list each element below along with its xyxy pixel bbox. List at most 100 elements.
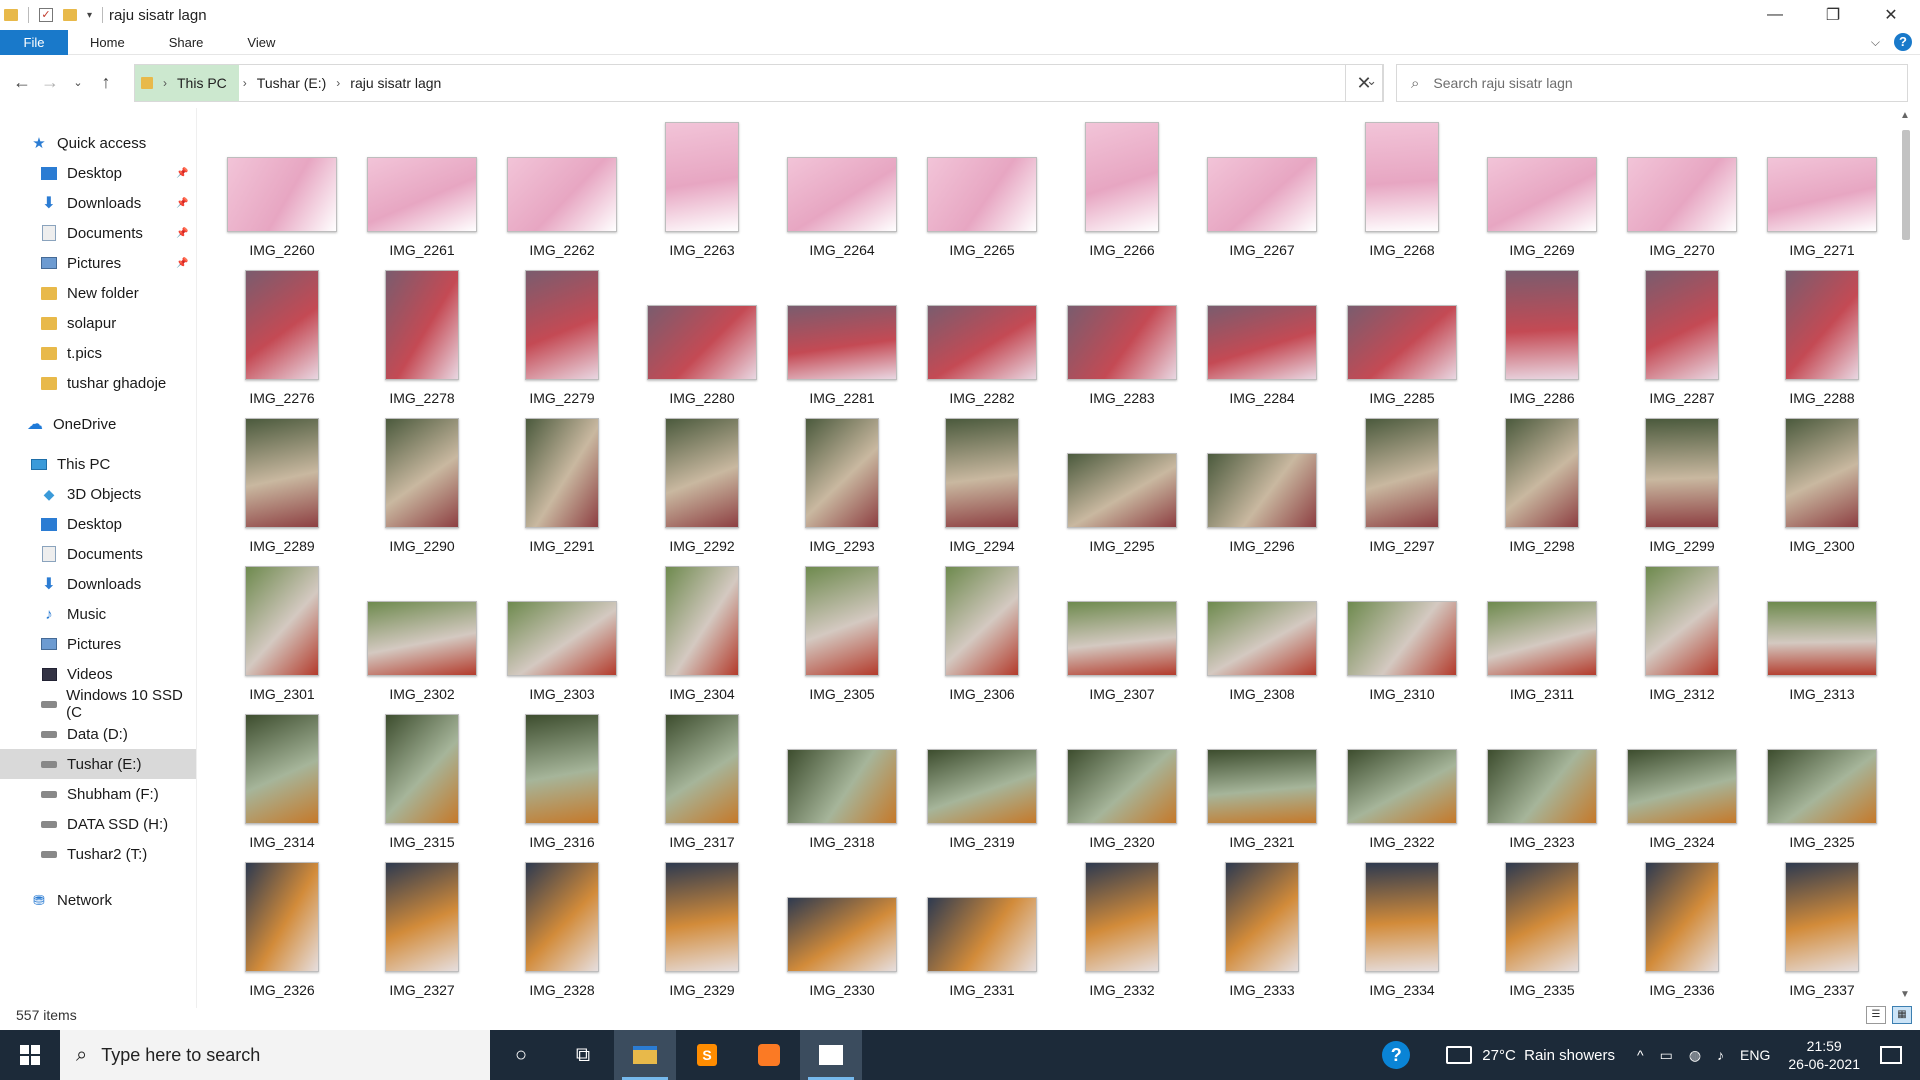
scroll-up-icon[interactable]: ▲ (1900, 110, 1910, 121)
sidebar-item-onedrive[interactable]: ☁ OneDrive (0, 409, 196, 439)
image-thumbnail[interactable] (665, 862, 739, 972)
image-thumbnail[interactable] (1365, 418, 1439, 528)
file-item[interactable]: IMG_2279 (492, 258, 632, 406)
file-explorer-icon[interactable] (614, 1030, 676, 1080)
image-thumbnail[interactable] (1505, 270, 1579, 380)
file-item[interactable]: IMG_2330 (772, 850, 912, 998)
file-item[interactable]: IMG_2294 (912, 406, 1052, 554)
file-item[interactable]: IMG_2317 (632, 702, 772, 850)
sidebar-item-3d-objects[interactable]: ◆ 3D Objects (0, 479, 196, 509)
file-item[interactable]: IMG_2283 (1052, 258, 1192, 406)
file-item[interactable]: IMG_2302 (352, 554, 492, 702)
show-hidden-icons-icon[interactable]: ^ (1637, 1047, 1644, 1063)
image-thumbnail[interactable] (227, 157, 337, 232)
scroll-down-icon[interactable]: ▼ (1900, 989, 1910, 1000)
image-thumbnail[interactable] (1645, 418, 1719, 528)
image-thumbnail[interactable] (525, 270, 599, 380)
file-item[interactable]: IMG_2260 (212, 110, 352, 258)
image-thumbnail[interactable] (665, 122, 739, 232)
tab-home[interactable]: Home (68, 30, 147, 55)
image-thumbnail[interactable] (805, 418, 879, 528)
image-thumbnail[interactable] (1785, 270, 1859, 380)
image-thumbnail[interactable] (367, 157, 477, 232)
file-item[interactable]: IMG_2278 (352, 258, 492, 406)
start-button[interactable] (0, 1030, 60, 1080)
file-item[interactable]: IMG_2332 (1052, 850, 1192, 998)
file-item[interactable]: IMG_2288 (1752, 258, 1892, 406)
file-item[interactable]: IMG_2268 (1332, 110, 1472, 258)
sidebar-item-new-folder[interactable]: New folder (0, 278, 196, 308)
file-item[interactable]: IMG_2313 (1752, 554, 1892, 702)
file-item[interactable]: IMG_2270 (1612, 110, 1752, 258)
file-item[interactable]: IMG_2318 (772, 702, 912, 850)
battery-icon[interactable]: ▭ (1660, 1047, 1673, 1064)
file-item[interactable]: IMG_2323 (1472, 702, 1612, 850)
image-thumbnail[interactable] (945, 418, 1019, 528)
file-item[interactable]: IMG_2336 (1612, 850, 1752, 998)
image-thumbnail[interactable] (1785, 418, 1859, 528)
tab-view[interactable]: View (225, 30, 297, 55)
image-thumbnail[interactable] (385, 418, 459, 528)
file-item[interactable]: IMG_2276 (212, 258, 352, 406)
xampp-icon[interactable] (738, 1030, 800, 1080)
image-thumbnail[interactable] (1785, 862, 1859, 972)
expand-ribbon-icon[interactable]: ⌵ (1871, 35, 1880, 50)
image-thumbnail[interactable] (1487, 749, 1597, 824)
image-thumbnail[interactable] (805, 566, 879, 676)
image-thumbnail[interactable] (665, 418, 739, 528)
sidebar-item-downloads[interactable]: ⬇ Downloads 📌 (0, 188, 196, 218)
image-thumbnail[interactable] (507, 601, 617, 676)
chevron-right-icon[interactable]: › (332, 76, 344, 90)
file-item[interactable]: IMG_2290 (352, 406, 492, 554)
file-item[interactable]: IMG_2265 (912, 110, 1052, 258)
search-input[interactable]: ⌕ Search raju sisatr lagn (1396, 64, 1908, 102)
image-thumbnail[interactable] (525, 418, 599, 528)
image-thumbnail[interactable] (1645, 566, 1719, 676)
sidebar-item-tushar2-t[interactable]: Tushar2 (T:) (0, 839, 196, 869)
sidebar-item-documents[interactable]: Documents 📌 (0, 218, 196, 248)
properties-icon[interactable]: ✓ (39, 8, 53, 22)
sidebar-item-quick-access[interactable]: ★ Quick access (0, 128, 196, 158)
image-thumbnail[interactable] (787, 897, 897, 972)
file-item[interactable]: IMG_2261 (352, 110, 492, 258)
image-thumbnail[interactable] (1207, 749, 1317, 824)
breadcrumb-this-pc[interactable]: This PC (171, 75, 233, 91)
file-item[interactable]: IMG_2281 (772, 258, 912, 406)
sidebar-item-windows-10-ssd-c[interactable]: Windows 10 SSD (C (0, 687, 196, 721)
clock[interactable]: 21:59 26-06-2021 (1788, 1037, 1860, 1073)
back-arrow-icon[interactable]: ← (8, 72, 36, 93)
image-thumbnail[interactable] (647, 305, 757, 380)
file-item[interactable]: IMG_2334 (1332, 850, 1472, 998)
file-item[interactable]: IMG_2326 (212, 850, 352, 998)
image-thumbnail[interactable] (1207, 157, 1317, 232)
file-item[interactable]: IMG_2295 (1052, 406, 1192, 554)
sublime-text-icon[interactable]: S (676, 1030, 738, 1080)
file-item[interactable]: IMG_2315 (352, 702, 492, 850)
file-item[interactable]: IMG_2301 (212, 554, 352, 702)
file-item[interactable]: IMG_2311 (1472, 554, 1612, 702)
image-thumbnail[interactable] (927, 749, 1037, 824)
file-item[interactable]: IMG_2285 (1332, 258, 1472, 406)
sidebar-item-documents[interactable]: Documents (0, 539, 196, 569)
file-item[interactable]: IMG_2263 (632, 110, 772, 258)
recent-locations-icon[interactable]: ⌄ (64, 76, 92, 89)
file-item[interactable]: IMG_2262 (492, 110, 632, 258)
sidebar-item-solapur[interactable]: solapur (0, 308, 196, 338)
file-item[interactable]: IMG_2300 (1752, 406, 1892, 554)
sidebar-item-downloads[interactable]: ⬇ Downloads (0, 569, 196, 599)
image-thumbnail[interactable] (525, 714, 599, 824)
minimize-icon[interactable]: — (1746, 0, 1804, 30)
file-item[interactable]: IMG_2329 (632, 850, 772, 998)
file-item[interactable]: IMG_2291 (492, 406, 632, 554)
pane-divider[interactable] (196, 108, 197, 1008)
file-item[interactable]: IMG_2319 (912, 702, 1052, 850)
image-thumbnail[interactable] (1225, 862, 1299, 972)
task-view-icon[interactable]: ⧉ (552, 1030, 614, 1080)
cortana-icon[interactable]: ○ (490, 1030, 552, 1080)
image-thumbnail[interactable] (1067, 749, 1177, 824)
action-center-icon[interactable] (1880, 1046, 1902, 1064)
image-thumbnail[interactable] (1347, 749, 1457, 824)
image-thumbnail[interactable] (245, 714, 319, 824)
weather-text[interactable]: 27°C Rain showers (1482, 1047, 1615, 1064)
tab-file[interactable]: File (0, 29, 68, 55)
